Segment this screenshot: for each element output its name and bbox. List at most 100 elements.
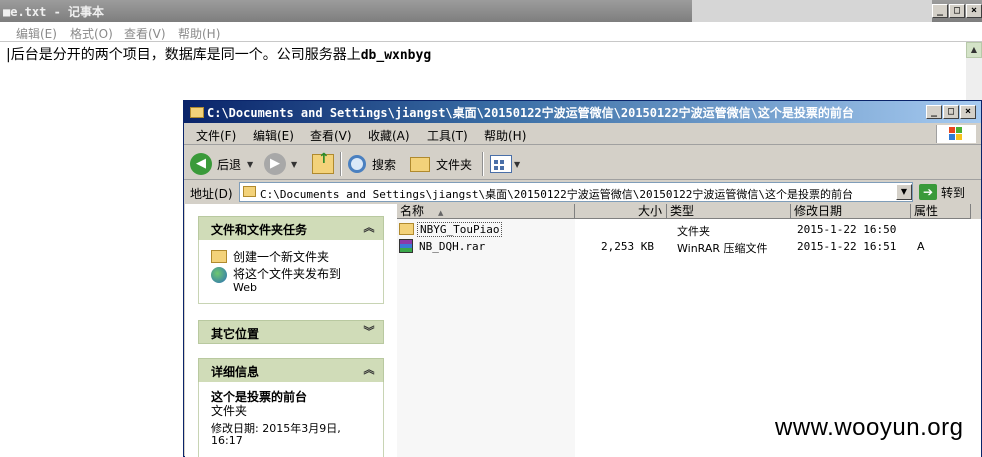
details-item-kind: 文件夹 [211,404,248,418]
address-path: C:\Documents and Settings\jiangst\桌面\201… [260,188,853,201]
column-header-modified[interactable]: 修改日期 [791,204,911,219]
column-name-label: 名称 [400,204,425,218]
file-tasks-title: 文件和文件夹任务 [211,223,308,237]
address-input[interactable]: C:\Documents and Settings\jiangst\桌面\201… [239,182,913,202]
search-label: 搜索 [372,157,397,172]
menu-view[interactable]: 查看(V) [124,25,166,42]
file-attr: A [917,240,925,253]
file-date: 2015-1-22 16:50 [797,223,897,236]
task-publish-web[interactable]: 将这个文件夹发布到 Web [211,267,341,295]
chevron-down-icon[interactable]: ▼ [247,160,253,169]
explorer-title-text: C:\Documents and Settings\jiangst\桌面\201… [207,106,854,120]
menu-view[interactable]: 查看(V) [310,127,352,144]
back-label: 后退 [217,157,242,172]
go-button[interactable]: ➔ 转到 [919,183,965,201]
notepad-title: ■e.txt - 记事本 [3,5,105,19]
file-size: 2,253 KB [601,240,654,253]
sort-ascending-icon: ▲ [438,209,444,217]
new-folder-icon [211,250,227,263]
file-row[interactable]: NB_DQH.rar 2,253 KB WinRAR 压缩文件 2015-1-2… [397,238,981,255]
file-tasks-body: 创建一个新文件夹 将这个文件夹发布到 Web [198,240,384,304]
collapse-icon[interactable]: ︽ [361,363,377,379]
title-bar-fill [692,0,932,22]
toolbar-separator [340,152,342,176]
close-button[interactable]: × [966,4,982,18]
column-header-size[interactable]: 大小 [575,204,667,219]
folder-icon [243,186,256,197]
file-row[interactable]: NBYG_TouPiao 文件夹 2015-1-22 16:50 [397,221,981,238]
windows-flag-icon [949,127,963,141]
search-button[interactable]: 搜索 [348,152,396,176]
notepad-title-bar[interactable]: ■e.txt - 记事本 _ □ × [0,0,982,22]
back-arrow-icon: ◀ [190,153,212,175]
task-publish-web-label: Web [233,281,257,294]
file-type: WinRAR 压缩文件 [677,242,768,255]
menu-tools[interactable]: 工具(T) [427,127,468,144]
notepad-window-buttons: _ □ × [932,4,982,18]
file-tasks-header[interactable]: 文件和文件夹任务 ︽ [198,216,384,240]
chevron-down-icon[interactable]: ▼ [291,160,297,169]
up-folder-icon: ↑ [312,151,334,174]
folder-icon [190,107,204,118]
menu-edit[interactable]: 编辑(E) [16,25,57,42]
back-button[interactable]: ◀ 后退 ▼ [190,152,253,176]
column-attr-label: 属性 [914,204,939,218]
column-header-type[interactable]: 类型 [667,204,791,219]
menu-format[interactable]: 格式(O) [70,25,113,42]
expand-icon[interactable]: ︾ [361,325,377,341]
views-button[interactable]: ▼ [490,152,520,176]
notepad-text-line: |后台是分开的两个项目，数据库是同一个。公司服务器上 [6,47,361,63]
collapse-icon[interactable]: ︽ [361,221,377,237]
up-folder-button[interactable]: ↑ [312,151,334,176]
column-type-label: 类型 [670,204,695,218]
explorer-title-bar[interactable]: C:\Documents and Settings\jiangst\桌面\201… [184,101,981,123]
column-header-attributes[interactable]: 属性 [911,204,971,219]
explorer-toolbar: ◀ 后退 ▼ ▶ ▼ ↑ 搜索 文件夹 ▼ [184,146,981,180]
forward-arrow-icon: ▶ [264,153,286,175]
menu-favorites[interactable]: 收藏(A) [368,127,410,144]
column-size-label: 大小 [637,204,662,218]
globe-icon [211,267,227,283]
go-label: 转到 [941,185,966,200]
menu-file[interactable]: 文件(F) [196,127,236,144]
menu-edit[interactable]: 编辑(E) [253,127,294,144]
menu-help[interactable]: 帮助(H) [484,127,526,144]
maximize-button[interactable]: □ [943,105,959,119]
notepad-text-content[interactable]: |后台是分开的两个项目，数据库是同一个。公司服务器上db_wxnbyg [6,44,431,64]
notepad-menu-bar: 编辑(E) 格式(O) 查看(V) 帮助(H) [0,22,982,42]
windows-logo [936,125,976,143]
column-header-name[interactable]: 名称 ▲ [397,204,575,219]
task-new-folder-label: 创建一个新文件夹 [233,250,330,264]
folders-button[interactable]: 文件夹 [410,152,472,176]
views-icon [490,155,512,173]
details-header[interactable]: 详细信息 ︽ [198,358,384,382]
notepad-db-name: db_wxnbyg [360,48,432,63]
watermark: www.wooyun.org [775,414,964,441]
address-dropdown-icon[interactable]: ▼ [896,184,912,200]
minimize-button[interactable]: _ [932,4,948,18]
explorer-window: C:\Documents and Settings\jiangst\桌面\201… [183,100,982,457]
maximize-button[interactable]: □ [949,4,965,18]
details-panel: 详细信息 ︽ 这个是投票的前台 文件夹 修改日期: 2015年3月9日, 16:… [198,358,384,457]
folder-icon [399,223,414,235]
folders-label: 文件夹 [436,157,473,172]
chevron-down-icon[interactable]: ▼ [514,160,520,169]
column-headers: 名称 ▲ 大小 类型 修改日期 属性 [397,204,981,219]
forward-button[interactable]: ▶ ▼ [264,152,297,176]
explorer-title: C:\Documents and Settings\jiangst\桌面\201… [190,104,854,121]
other-places-header[interactable]: 其它位置 ︾ [198,320,384,344]
explorer-menu-bar: 文件(F) 编辑(E) 查看(V) 收藏(A) 工具(T) 帮助(H) [184,123,981,145]
column-modified-label: 修改日期 [794,204,843,218]
scroll-up-arrow-icon[interactable]: ▲ [966,42,982,58]
menu-help[interactable]: 帮助(H) [178,25,220,42]
task-publish-label: 将这个文件夹发布到 [233,267,342,281]
other-places-title: 其它位置 [211,327,260,341]
folders-icon [410,156,430,172]
file-name: NB_DQH.rar [419,240,486,253]
minimize-button[interactable]: _ [926,105,942,119]
file-tasks-panel: 文件和文件夹任务 ︽ 创建一个新文件夹 将这个文件夹发布到 Web [198,216,384,304]
address-label: 地址(D) [190,187,233,201]
task-new-folder[interactable]: 创建一个新文件夹 [211,248,329,265]
details-title: 详细信息 [211,365,260,379]
close-button[interactable]: × [960,105,976,119]
